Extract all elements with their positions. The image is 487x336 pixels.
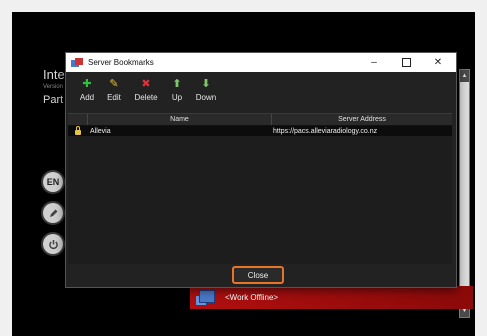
x-icon: ✖ (141, 78, 151, 90)
app-part-label: Part (43, 94, 64, 106)
lock-icon (75, 126, 81, 135)
background-scrollbar[interactable]: ▲ ▼ (459, 69, 470, 318)
plus-icon: ✚ (82, 78, 92, 90)
app-version-label: Version (43, 84, 64, 90)
dialog-titlebar[interactable]: Server Bookmarks – ✕ (66, 53, 456, 72)
computer-icon (195, 289, 217, 306)
maximize-button[interactable] (391, 53, 421, 72)
edit-button[interactable]: ✎ Edit (102, 78, 126, 102)
power-icon (48, 239, 58, 249)
minimize-icon: – (371, 57, 377, 68)
close-button[interactable]: Close (232, 266, 284, 284)
app-title: Inte (43, 67, 65, 82)
bookmarks-toolbar: ✚ Add ✎ Edit ✖ Delete ⬆ Up ⬇ Down (66, 72, 456, 109)
dialog-footer: Close (66, 264, 456, 287)
up-label: Up (171, 93, 183, 102)
lock-cell (68, 126, 88, 136)
pencil-icon: ✎ (109, 78, 119, 90)
app-icon (71, 57, 83, 68)
edit-label: Edit (107, 93, 121, 102)
table-header: Name Server Address (68, 114, 452, 126)
work-offline-bar[interactable]: <Work Offline> (190, 286, 473, 309)
bookmark-name: Allevia (90, 127, 111, 135)
arrow-up-icon: ⬆ (172, 78, 182, 90)
language-button[interactable]: EN (43, 172, 63, 192)
delete-button[interactable]: ✖ Delete (130, 78, 162, 102)
bookmark-address: https://pacs.alleviaradiology.co.nz (273, 127, 378, 135)
work-offline-label: <Work Offline> (225, 293, 279, 302)
power-button[interactable] (43, 234, 63, 254)
language-icon: EN (46, 177, 60, 187)
maximize-icon (401, 58, 411, 67)
add-button[interactable]: ✚ Add (78, 78, 96, 102)
move-up-button[interactable]: ⬆ Up (168, 78, 186, 102)
pencil-icon (49, 209, 57, 217)
move-down-button[interactable]: ⬇ Down (192, 78, 220, 102)
down-label: Down (195, 93, 217, 102)
arrow-down-icon: ⬇ (201, 78, 211, 90)
column-header-address[interactable]: Server Address (272, 114, 452, 125)
add-label: Add (79, 93, 95, 102)
delete-label: Delete (134, 93, 158, 102)
column-header-lock[interactable] (68, 114, 88, 125)
bookmarks-table: Name Server Address Allevia https://pacs… (68, 113, 452, 264)
minimize-button[interactable]: – (359, 53, 389, 72)
window-close-button[interactable]: ✕ (423, 53, 453, 72)
scroll-up-arrow-icon[interactable]: ▲ (460, 70, 469, 82)
dialog-title: Server Bookmarks (88, 58, 154, 67)
edit-side-button[interactable] (43, 203, 63, 223)
server-bookmarks-dialog: Server Bookmarks – ✕ ✚ Add ✎ Edit ✖ Dele… (65, 52, 457, 288)
column-header-name[interactable]: Name (88, 114, 272, 125)
close-icon: ✕ (433, 57, 443, 68)
table-row[interactable]: Allevia https://pacs.alleviaradiology.co… (68, 126, 452, 136)
